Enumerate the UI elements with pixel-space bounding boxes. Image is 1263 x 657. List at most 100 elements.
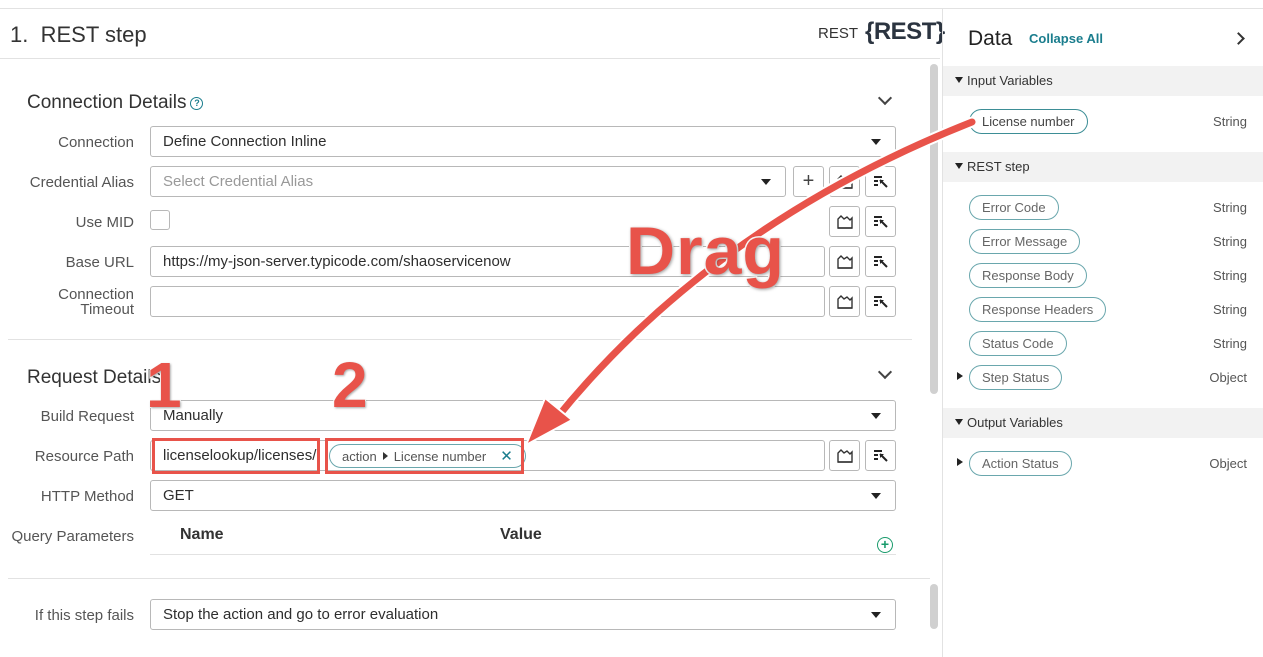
chevron-right-icon[interactable]: [1232, 32, 1245, 45]
variable-type: Object: [1209, 456, 1247, 471]
triangle-down-icon: [955, 419, 963, 425]
annotation-number-2: 2: [331, 348, 369, 422]
script-icon: [836, 174, 853, 189]
dropdown-caret-icon: [871, 139, 881, 145]
input-variables-label: Input Variables: [967, 73, 1053, 88]
variable-type: String: [1213, 114, 1247, 129]
annotation-box-2: [325, 438, 524, 474]
rest-step-label: REST step: [967, 159, 1030, 174]
query-params-divider: [150, 554, 896, 555]
step-title: 1. REST step: [10, 22, 147, 48]
connection-timeout-label-line2: Timeout: [80, 301, 134, 318]
rest-step-group[interactable]: REST step: [943, 152, 1263, 182]
data-pill-status-code[interactable]: Status Code: [969, 331, 1067, 356]
output-variables-label: Output Variables: [967, 415, 1063, 430]
http-method-label: HTTP Method: [40, 488, 134, 505]
step-fails-label: If this step fails: [34, 607, 134, 624]
script-toggle-button[interactable]: [829, 246, 860, 277]
triangle-down-icon: [955, 77, 963, 83]
use-mid-checkbox[interactable]: [150, 210, 170, 230]
triangle-right-icon[interactable]: [957, 372, 963, 380]
credential-alias-label: Credential Alias: [29, 174, 134, 191]
data-pill-picker-icon: [873, 255, 888, 268]
annotation-box-1: [152, 438, 320, 474]
http-method-value: GET: [163, 487, 194, 504]
data-pill-error-code[interactable]: Error Code: [969, 195, 1059, 220]
data-pill-picker-button[interactable]: [865, 286, 896, 317]
column-header-value: Value: [500, 526, 542, 543]
connection-details-title: Connection Details: [27, 92, 187, 113]
data-pill-picker-button[interactable]: [865, 440, 896, 471]
data-pill-license-number[interactable]: License number: [969, 109, 1088, 134]
script-icon: [836, 448, 853, 463]
variable-type: String: [1213, 268, 1247, 283]
connection-select-value: Define Connection Inline: [163, 133, 327, 150]
connection-timeout-label: Connection Timeout: [0, 287, 134, 317]
variable-type: String: [1213, 234, 1247, 249]
script-icon: [836, 294, 853, 309]
variable-type: Object: [1209, 370, 1247, 385]
step-config-panel: 1. REST step REST {REST} Connection Deta…: [0, 9, 945, 657]
collapse-all-link[interactable]: Collapse All: [1029, 31, 1103, 46]
dropdown-caret-icon: [871, 612, 881, 618]
annotation-number-1: 1: [145, 348, 183, 422]
step-fails-select[interactable]: Stop the action and go to error evaluati…: [150, 599, 896, 630]
request-details-heading: Request Details: [27, 367, 162, 388]
help-icon[interactable]: ?: [190, 97, 204, 110]
plus-icon: +: [802, 170, 815, 192]
connection-label: Connection: [58, 134, 134, 151]
rest-logo: {REST}: [865, 18, 945, 45]
build-request-select[interactable]: Manually: [150, 400, 896, 431]
data-pill-action-status[interactable]: Action Status: [969, 451, 1072, 476]
add-credential-button[interactable]: +: [793, 166, 824, 197]
build-request-label: Build Request: [40, 408, 134, 425]
section-divider: [8, 339, 912, 340]
output-variables-group[interactable]: Output Variables: [943, 408, 1263, 438]
data-pill-step-status[interactable]: Step Status: [969, 365, 1063, 390]
data-pill-picker-icon: [873, 175, 888, 188]
chevron-down-icon[interactable]: [877, 90, 893, 106]
data-pill-picker-button[interactable]: [865, 246, 896, 277]
data-pill-picker-button[interactable]: [865, 206, 896, 237]
http-method-select[interactable]: GET: [150, 480, 896, 511]
variable-type: String: [1213, 302, 1247, 317]
credential-alias-placeholder: Select Credential Alias: [163, 173, 314, 190]
triangle-down-icon: [955, 163, 963, 169]
data-pill-response-headers[interactable]: Response Headers: [969, 297, 1107, 322]
step-number: 1.: [10, 22, 29, 47]
base-url-label: Base URL: [65, 254, 134, 271]
chevron-down-icon[interactable]: [877, 364, 893, 380]
script-toggle-button[interactable]: [829, 440, 860, 471]
dropdown-caret-icon: [761, 179, 771, 185]
connection-timeout-input[interactable]: [150, 286, 825, 317]
dropdown-caret-icon: [871, 413, 881, 419]
resource-path-label: Resource Path: [34, 448, 134, 465]
data-pill-response-body[interactable]: Response Body: [969, 263, 1087, 288]
variable-type: String: [1213, 200, 1247, 215]
script-toggle-button[interactable]: [829, 286, 860, 317]
scrollbar-thumb[interactable]: [930, 64, 938, 394]
connection-timeout-label-line1: Connection: [58, 286, 134, 303]
scrollbar-thumb-lower[interactable]: [930, 584, 938, 629]
add-circle-icon[interactable]: +: [877, 537, 893, 553]
script-toggle-button[interactable]: [829, 166, 860, 197]
connection-select[interactable]: Define Connection Inline: [150, 126, 896, 157]
dropdown-caret-icon: [871, 493, 881, 499]
query-parameters-label: Query Parameters: [11, 528, 134, 545]
script-toggle-button[interactable]: [829, 206, 860, 237]
section-divider: [8, 578, 930, 579]
data-pill-picker-icon: [873, 449, 888, 462]
step-header: 1. REST step REST {REST}: [0, 9, 945, 59]
credential-alias-select[interactable]: Select Credential Alias: [150, 166, 786, 197]
data-pill-error-message[interactable]: Error Message: [969, 229, 1081, 254]
data-pill-picker-icon: [873, 295, 888, 308]
data-pill-picker-button[interactable]: [865, 166, 896, 197]
triangle-right-icon[interactable]: [957, 458, 963, 466]
step-name: REST step: [40, 22, 147, 47]
use-mid-label: Use MID: [75, 214, 134, 231]
data-pill-picker-icon: [873, 215, 888, 228]
data-panel-title: Data: [968, 27, 1013, 50]
annotation-drag-label: Drag: [625, 212, 786, 291]
input-variables-group[interactable]: Input Variables: [943, 66, 1263, 96]
script-icon: [836, 214, 853, 229]
